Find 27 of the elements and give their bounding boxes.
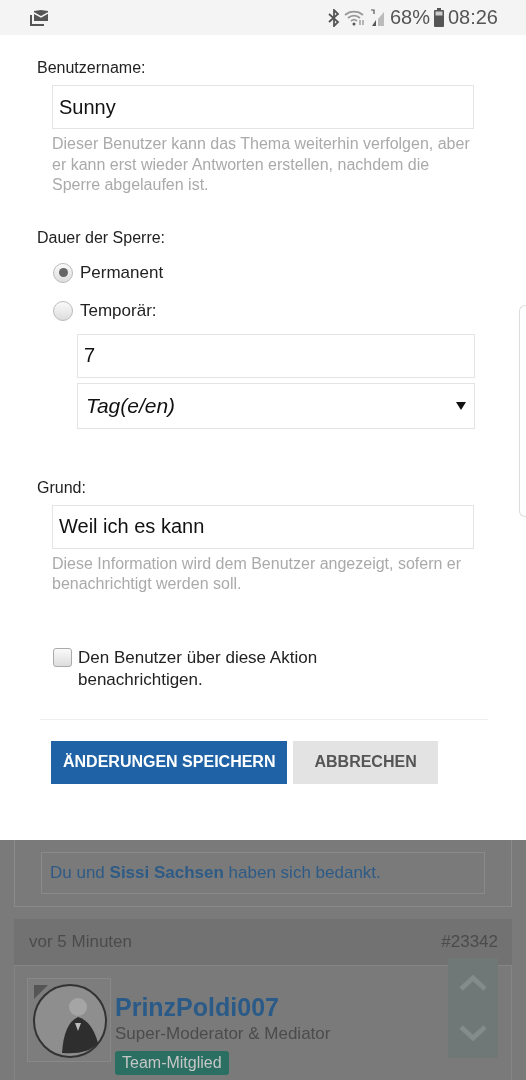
checkbox[interactable] [53,647,72,667]
team-badge: Team-Mitglied [115,1051,229,1075]
radio-button[interactable] [53,300,73,321]
field-label: Grund: [37,478,87,497]
thanks-text: Du und Sissi Sachsen haben sich bedankt. [41,852,485,894]
battery-icon [433,8,444,27]
checkbox-label: Den Benutzer über diese Aktion benachrichtigen. [78,646,319,691]
radio-label: Temporär: [80,300,157,321]
radio-button[interactable] [53,262,73,283]
field-label: Benutzername: [37,59,147,77]
battery-percentage: 68% [389,6,430,29]
wifi-icon [343,9,366,26]
bluetooth-icon [327,8,340,27]
duration-field[interactable]: 7 [77,333,475,378]
username-field[interactable]: Sunny [52,85,474,129]
cancel-button[interactable]: ABBRECHEN [293,740,438,784]
clock: 08:26 [447,6,498,29]
unit-dropdown[interactable]: Tag(e/en) [77,382,475,429]
caret-icon [456,401,466,410]
help-text: Dieser Benutzer kann das Thema weiterhin verfolgen, aber er kann erst wieder Antworten erstellen, nachdem die Sperre abgelaufen ist. [52,134,471,195]
reason-field[interactable]: Weil ich es kann [52,504,474,549]
save-button[interactable]: ÄNDERUNGEN SPEICHERN [51,740,288,784]
mail-stack-icon [30,9,48,26]
help-text: Diese Information wird dem Benutzer angezeigt, sofern er benachrichtigt werden soll. [52,553,463,594]
signal-icon [369,8,386,27]
radio-label: Permanent [80,262,164,283]
field-label: Dauer der Sperre: [37,228,167,247]
